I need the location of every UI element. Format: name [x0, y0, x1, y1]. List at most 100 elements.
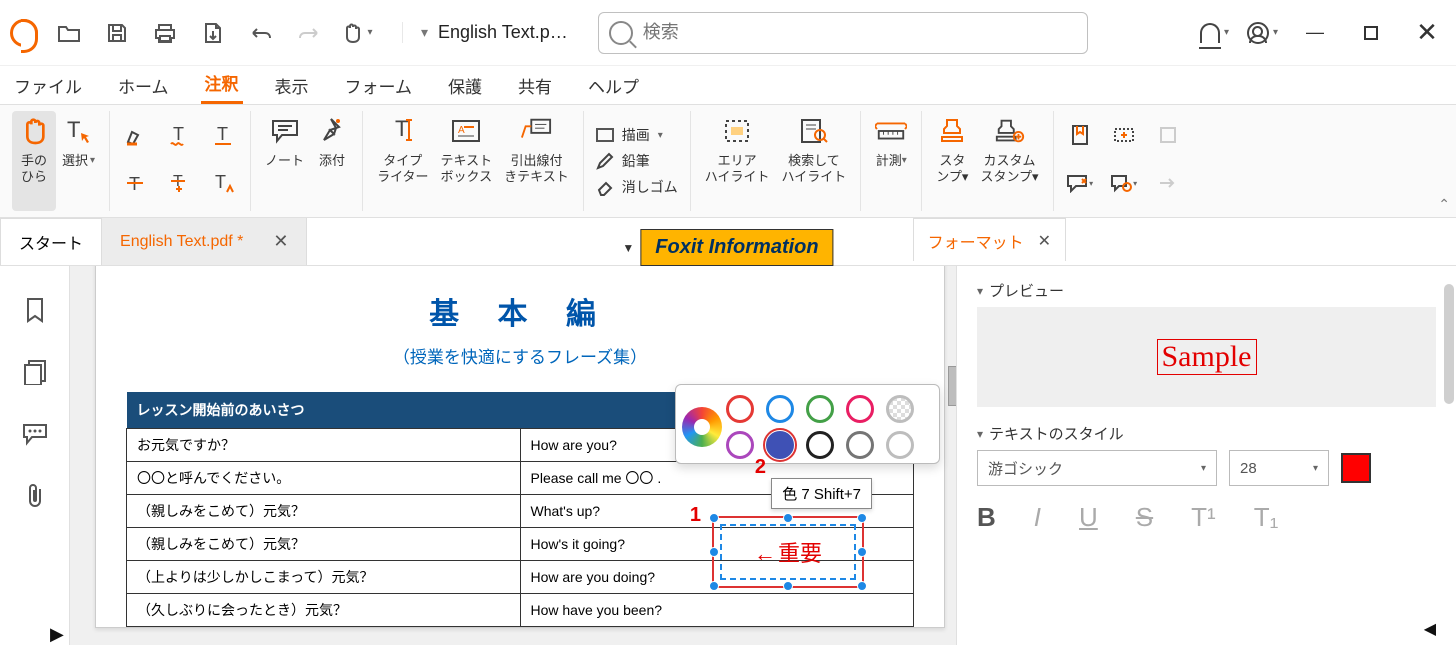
squiggly-icon[interactable]: T [162, 117, 198, 153]
tool-callout[interactable]: 引出線付きテキスト [498, 111, 575, 211]
bold-button[interactable]: B [977, 502, 996, 533]
underline-button[interactable]: U [1079, 502, 1098, 533]
font-color-swatch[interactable] [1341, 453, 1371, 483]
color-swatch-red[interactable] [726, 395, 754, 423]
resize-handle[interactable] [709, 547, 719, 557]
color-swatch-grey[interactable] [846, 431, 874, 459]
menu-home[interactable]: ホーム [114, 67, 173, 104]
print-icon[interactable] [148, 16, 182, 50]
document-view[interactable]: 基 本 編 （授業を快適にするフレーズ集） レッスン開始前のあいさつ お元気です… [70, 266, 956, 645]
tool-stamp[interactable]: スタンプ▾ [930, 111, 974, 211]
tab-format-close-icon[interactable]: ✕ [1038, 231, 1051, 251]
menu-comment[interactable]: 注釈 [201, 64, 243, 104]
color-swatch-black[interactable] [806, 431, 834, 459]
tool-typewriter[interactable]: T タイプライター [371, 111, 434, 211]
color-swatch-indigo[interactable] [766, 431, 794, 459]
open-icon[interactable] [52, 16, 86, 50]
resize-handle[interactable] [709, 513, 719, 523]
menu-form[interactable]: フォーム [341, 67, 417, 104]
replace-text-icon[interactable]: T [162, 165, 198, 201]
undo-icon[interactable] [244, 16, 278, 50]
menu-view[interactable]: 表示 [271, 67, 313, 104]
tool-measure[interactable]: 計測▾ [869, 111, 913, 211]
resize-handle[interactable] [857, 581, 867, 591]
link-tool-icon[interactable] [1106, 117, 1142, 153]
font-select[interactable]: 游ゴシック ▾ [977, 450, 1217, 486]
maximize-button[interactable] [1352, 14, 1390, 52]
color-swatch-pink[interactable] [846, 395, 874, 423]
tool-attach[interactable]: 添付 [310, 111, 354, 211]
pages-panel-icon[interactable] [21, 358, 49, 386]
tool-area-highlight[interactable]: エリアハイライト [699, 111, 776, 211]
close-button[interactable]: ✕ [1408, 14, 1446, 52]
textbox-icon: A [450, 115, 482, 147]
bookmark-tool-icon[interactable] [1062, 117, 1098, 153]
panel-scrollbar[interactable] [1444, 284, 1454, 404]
tab-format[interactable]: フォーマット ✕ [913, 218, 1066, 261]
account-button[interactable]: ▾ [1247, 22, 1278, 44]
hand-dropdown-icon[interactable]: ▾ [340, 16, 374, 50]
scrollbar-thumb[interactable] [948, 366, 956, 406]
tool-note[interactable]: ノート [259, 111, 310, 211]
ribbon-collapse-icon[interactable]: ⌃ [1438, 196, 1450, 213]
tool-eraser[interactable]: 消しゴム [596, 177, 678, 197]
info-banner[interactable]: ▼ Foxit Information [622, 229, 833, 266]
italic-button[interactable]: I [1034, 502, 1041, 533]
tab-file-close-icon[interactable]: ✕ [273, 231, 288, 252]
tab-file[interactable]: English Text.pdf * ✕ [102, 218, 307, 265]
highlight-icon[interactable] [118, 117, 154, 153]
sidebar-expand-icon[interactable]: ▶ [50, 624, 64, 645]
subscript-button[interactable]: T₁ [1254, 502, 1279, 533]
section-text-style[interactable]: テキストのスタイル [977, 423, 1436, 444]
strikeout-icon[interactable]: T [118, 165, 154, 201]
tool-search-highlight[interactable]: 検索してハイライト [776, 111, 853, 211]
tool-textbox[interactable]: A テキストボックス [435, 111, 499, 211]
minimize-button[interactable]: — [1296, 14, 1334, 52]
tool-custom-stamp[interactable]: カスタムスタンプ▾ [974, 111, 1044, 211]
menu-share[interactable]: 共有 [514, 67, 556, 104]
tab-start[interactable]: スタート [0, 218, 102, 265]
color-swatch-lightgrey[interactable] [886, 431, 914, 459]
resize-handle[interactable] [857, 547, 867, 557]
search-input[interactable] [643, 22, 1077, 43]
attachments-panel-icon[interactable] [21, 482, 49, 510]
tool-select[interactable]: T 選択▾ [56, 111, 101, 211]
redo-icon [292, 16, 326, 50]
tool-hand[interactable]: 手のひら [12, 111, 56, 211]
notifications-button[interactable]: ▾ [1200, 23, 1229, 43]
color-swatch-none[interactable] [886, 395, 914, 423]
insert-text-icon[interactable]: T [206, 165, 242, 201]
underline-icon[interactable]: T [206, 117, 242, 153]
tool-drawing-shapes[interactable]: 描画 ▾ [596, 125, 678, 145]
annotation-box[interactable]: 重要 [712, 516, 864, 588]
color-swatch-purple[interactable] [726, 431, 754, 459]
bookmarks-panel-icon[interactable] [21, 296, 49, 324]
menu-help[interactable]: ヘルプ [584, 67, 643, 104]
panel-collapse-icon[interactable]: ◀ [1424, 619, 1436, 639]
color-swatch-blue[interactable] [766, 395, 794, 423]
resize-handle[interactable] [709, 581, 719, 591]
comments-panel-icon[interactable] [21, 420, 49, 448]
svg-text:T: T [67, 117, 80, 142]
speech-tool-icon[interactable]: ▾ [1062, 165, 1098, 201]
filename-dropdown-icon[interactable]: ▾ [421, 24, 428, 41]
manage-comments-icon[interactable]: ▾ [1106, 165, 1142, 201]
color-swatch-green[interactable] [806, 395, 834, 423]
tool-pencil[interactable]: 鉛筆 [596, 151, 678, 171]
resize-handle[interactable] [783, 581, 793, 591]
superscript-button[interactable]: T¹ [1191, 502, 1216, 533]
menu-file[interactable]: ファイル [10, 67, 86, 104]
save-icon[interactable] [100, 16, 134, 50]
resize-handle[interactable] [783, 513, 793, 523]
color-wheel-icon[interactable] [682, 407, 722, 447]
menu-protect[interactable]: 保護 [444, 67, 486, 104]
strike-button[interactable]: S [1136, 502, 1153, 533]
section-preview-label: プレビュー [989, 280, 1064, 301]
custom-stamp-icon [994, 115, 1026, 147]
resize-handle[interactable] [857, 513, 867, 523]
section-preview[interactable]: プレビュー [977, 280, 1436, 301]
search-box[interactable] [598, 12, 1088, 54]
export-icon[interactable] [196, 16, 230, 50]
font-size-select[interactable]: 28 ▾ [1229, 450, 1329, 486]
hand-icon [18, 115, 50, 147]
